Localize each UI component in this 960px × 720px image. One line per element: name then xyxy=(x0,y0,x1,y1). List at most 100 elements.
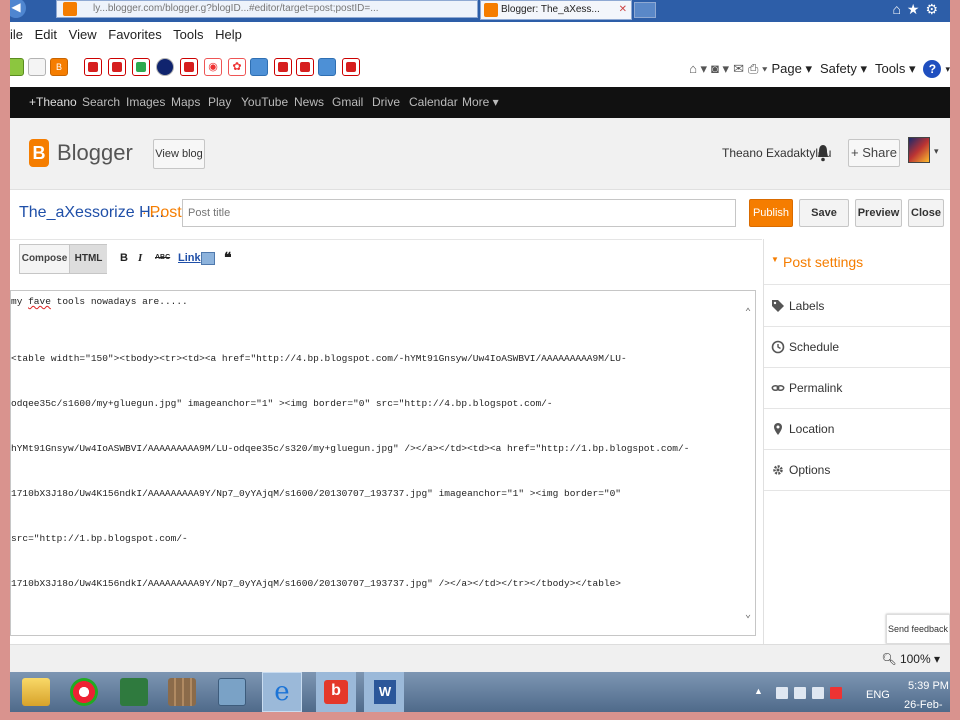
compose-tab[interactable]: Compose xyxy=(20,245,69,273)
window-controls[interactable]: ⌂★⚙ xyxy=(892,1,944,18)
browser-tab[interactable]: Blogger: The_aXess... ✕ xyxy=(480,0,632,20)
youtube-icon[interactable] xyxy=(84,58,102,76)
rss-icon[interactable]: ◙ ▾ xyxy=(711,61,729,77)
gbar-item[interactable]: YouTube xyxy=(241,95,288,109)
blogger-app-icon[interactable] xyxy=(316,672,356,712)
page-icon[interactable] xyxy=(28,58,46,76)
page-menu[interactable]: Page ▾ xyxy=(771,61,812,77)
home-icon[interactable]: ⌂ ▾ xyxy=(689,61,707,77)
new-tab-button[interactable] xyxy=(634,2,656,18)
user-name[interactable]: Theano Exadaktylou xyxy=(722,146,831,160)
tab-title: Blogger: The_aXess... xyxy=(501,4,600,15)
strikethrough-button[interactable]: ABC xyxy=(155,254,170,261)
image-icon[interactable] xyxy=(201,252,215,265)
preview-button[interactable]: Preview xyxy=(855,199,902,227)
gbar-item[interactable]: Play xyxy=(208,95,231,109)
bold-button[interactable]: B xyxy=(120,252,128,264)
post-settings-header[interactable]: ▼ Post settings xyxy=(764,239,950,285)
youtube-icon[interactable] xyxy=(296,58,314,76)
gear-icon xyxy=(773,465,783,475)
gbar-item[interactable]: Images xyxy=(126,95,165,109)
address-bar[interactable]: ly...blogger.com/blogger.g?blogID...#edi… xyxy=(56,0,478,18)
gbar-item[interactable]: More ▾ xyxy=(462,95,499,109)
chrome-icon[interactable] xyxy=(70,678,98,706)
help-dropdown-icon[interactable]: ▾ xyxy=(945,64,950,75)
back-button[interactable]: ◀ xyxy=(10,0,26,18)
internet-explorer-icon[interactable]: e xyxy=(262,672,302,712)
word-icon[interactable] xyxy=(364,672,404,712)
file-explorer-icon[interactable] xyxy=(22,678,50,706)
html-tab[interactable]: HTML xyxy=(69,245,107,273)
gbar-item[interactable]: Gmail xyxy=(332,95,363,109)
settings-item-schedule[interactable]: Schedule xyxy=(764,327,950,368)
zoom-level[interactable]: 🔍︎ 100% ▾ xyxy=(881,652,940,666)
quote-button[interactable]: ❝ xyxy=(224,249,232,266)
settings-item-location[interactable]: Location xyxy=(764,409,950,450)
tray-app-icon[interactable] xyxy=(776,687,788,699)
command-bar: ⌂ ▾ ◙ ▾ ✉ ⎙ ▾ Page ▾ Safety ▾ Tools ▾ ? … xyxy=(689,58,950,80)
menu-tools[interactable]: Tools xyxy=(173,27,203,42)
tools-menu[interactable]: Tools ▾ xyxy=(875,61,916,77)
gbar-item[interactable]: Maps xyxy=(171,95,200,109)
clock-date[interactable]: 26-Feb-14 xyxy=(904,699,950,712)
menu-help[interactable]: Help xyxy=(215,27,242,42)
post-title-input[interactable] xyxy=(182,199,736,227)
gbar-item[interactable]: Calendar xyxy=(409,95,458,109)
share-button[interactable]: + Share xyxy=(848,139,900,167)
settings-item-labels[interactable]: Labels xyxy=(764,286,950,327)
clock-time[interactable]: 5:39 PM xyxy=(908,680,949,692)
gbar-item[interactable]: Search xyxy=(82,95,120,109)
html-code-editor[interactable]: my fave tools nowadays are..... <table w… xyxy=(10,290,756,636)
close-button[interactable]: Close xyxy=(908,199,944,227)
language-indicator[interactable]: ENG xyxy=(866,689,890,701)
volume-icon[interactable] xyxy=(830,687,842,699)
close-tab-icon[interactable]: ✕ xyxy=(619,1,627,19)
safety-menu[interactable]: Safety ▾ xyxy=(820,61,867,77)
view-blog-button[interactable]: View blog xyxy=(153,139,205,169)
settings-item-permalink[interactable]: Permalink xyxy=(764,368,950,409)
store-icon[interactable] xyxy=(120,678,148,706)
save-button[interactable]: Save xyxy=(799,199,849,227)
menu-file[interactable]: ile xyxy=(10,27,23,42)
mail-icon[interactable]: ✉ xyxy=(733,61,744,77)
publish-button[interactable]: Publish xyxy=(749,199,793,227)
ie-page-icon[interactable] xyxy=(318,58,336,76)
link-button[interactable]: Link xyxy=(178,252,201,264)
tray-expand-icon[interactable]: ▲ xyxy=(754,686,763,696)
avatar[interactable] xyxy=(908,137,930,163)
video-icon[interactable] xyxy=(156,58,174,76)
blogger-logo-icon[interactable]: B xyxy=(29,139,49,167)
settings-item-options[interactable]: Options xyxy=(764,450,950,491)
youtube-icon[interactable] xyxy=(274,58,292,76)
menu-favorites[interactable]: Favorites xyxy=(108,27,161,42)
scroll-down-icon[interactable]: ⌄ xyxy=(745,609,751,621)
print-icon[interactable]: ⎙ ▾ xyxy=(748,61,767,77)
chevron-down-icon[interactable]: ▾ xyxy=(934,146,939,157)
blogger-logo-text[interactable]: Blogger xyxy=(57,140,133,166)
network-icon[interactable] xyxy=(812,687,824,699)
gbar-item[interactable]: +Theano xyxy=(29,95,77,109)
addon-icon[interactable] xyxy=(10,58,24,76)
blogger-icon[interactable]: B xyxy=(50,58,68,76)
menu-view[interactable]: View xyxy=(69,27,97,42)
youtube-icon[interactable] xyxy=(180,58,198,76)
bell-icon[interactable] xyxy=(816,144,830,162)
clock-icon xyxy=(771,340,785,354)
post-settings-title: Post settings xyxy=(783,254,864,270)
flower-icon[interactable]: ✿ xyxy=(228,58,246,76)
italic-button[interactable]: I xyxy=(138,252,142,264)
gbar-item[interactable]: News xyxy=(294,95,324,109)
scroll-up-icon[interactable]: ⌃ xyxy=(745,307,751,319)
youtube-icon[interactable] xyxy=(342,58,360,76)
ie-page-icon[interactable] xyxy=(250,58,268,76)
send-feedback-button[interactable]: Send feedback xyxy=(886,614,950,644)
battery-icon[interactable] xyxy=(794,687,806,699)
gbar-item[interactable]: Drive xyxy=(372,95,400,109)
calculator-icon[interactable] xyxy=(218,678,246,706)
youtube-icon[interactable] xyxy=(108,58,126,76)
help-icon[interactable]: ? xyxy=(923,60,942,78)
youtube-icon[interactable] xyxy=(132,58,150,76)
firewall-icon[interactable] xyxy=(168,678,196,706)
record-icon[interactable]: ◉ xyxy=(204,58,222,76)
menu-edit[interactable]: Edit xyxy=(35,27,57,42)
